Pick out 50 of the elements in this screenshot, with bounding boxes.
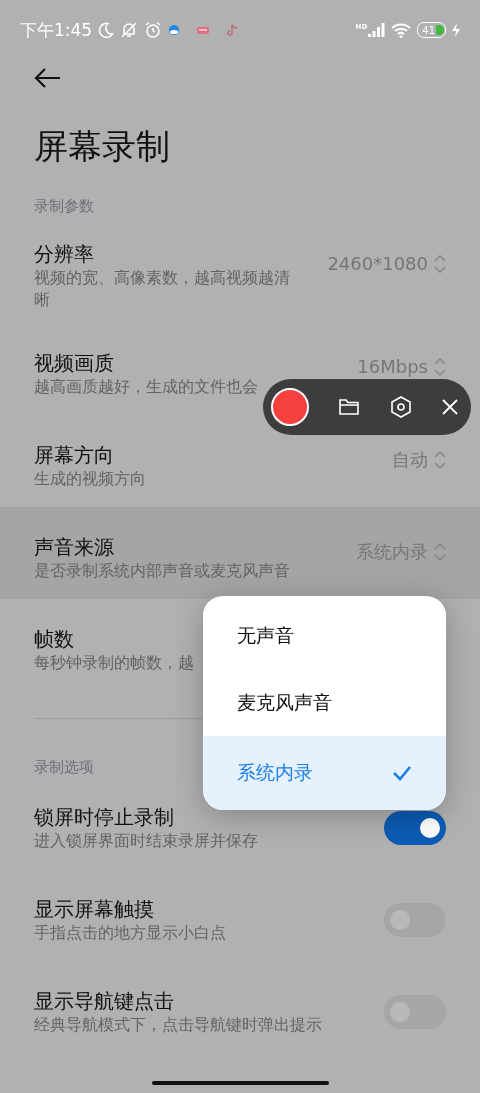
moon-icon [98,22,115,38]
page-title: 屏幕录制 [34,125,171,168]
setting-title: 声音来源 [34,533,114,560]
up-down-chevron-icon [434,450,446,470]
setting-title: 视频画质 [34,349,114,376]
signal-icon [367,22,386,38]
setting-description: 每秒钟录制的帧数，越 [34,651,194,674]
setting-title: 分辨率 [34,241,94,267]
battery-indicator: 41 [417,22,446,38]
setting-description: 视频的宽、高像素数，越高视频越清晰 [34,267,291,311]
setting-title: 显示屏幕触摸 [34,895,154,922]
setting-row[interactable]: 分辨率 视频的宽、高像素数，越高视频越清晰 2460*1080 [0,220,480,323]
setting-description: 是否录制系统内部声音或麦克风声音 [34,559,290,582]
settings-icon[interactable] [389,395,412,419]
setting-title: 显示导航键点击 [34,987,174,1014]
toggle-switch[interactable] [384,810,446,845]
section-label: 录制选项 [34,757,94,777]
close-icon[interactable] [441,398,459,416]
setting-title: 屏幕方向 [34,441,114,468]
back-icon[interactable] [34,68,62,88]
record-button[interactable] [271,388,309,426]
setting-row[interactable]: 视频画质 越高画质越好，生成的文件也会 16Mbps [0,323,480,415]
wifi-icon [391,22,412,38]
status-time: 下午1:45 [20,18,93,42]
up-down-chevron-icon [434,253,446,274]
up-down-chevron-icon [434,356,446,377]
music-note-icon [226,24,239,36]
menu-option[interactable]: 无声音 [203,602,446,669]
setting-description: 经典导航模式下，点击导航键时弹出提示 [34,1013,322,1036]
setting-description: 手指点击的地方显示小白点 [34,921,226,944]
section-label: 录制参数 [34,196,94,216]
setting-description: 生成的视频方向 [34,467,146,490]
setting-title: 帧数 [34,625,74,652]
bell-off-icon [120,21,139,39]
setting-row[interactable]: 屏幕方向 生成的视频方向 自动 [0,415,480,507]
up-down-chevron-icon [434,542,446,562]
setting-description: 越高画质越好，生成的文件也会 [34,375,258,398]
menu-option[interactable]: 系统内录 [203,736,446,810]
alarm-icon [144,21,163,39]
menu-option[interactable]: 麦克风声音 [203,669,446,736]
setting-title: 锁屏时停止录制 [34,803,174,830]
app-icon [196,24,211,36]
setting-description: 进入锁屏界面时结束录屏并保存 [34,829,258,852]
check-icon [392,765,412,781]
folder-icon[interactable] [338,397,361,417]
setting-value: 2460*1080 [327,253,428,274]
setting-value: 自动 [392,448,428,472]
charging-icon [452,23,460,37]
cloud-app-icon [168,24,181,36]
setting-value: 16Mbps [357,356,428,377]
